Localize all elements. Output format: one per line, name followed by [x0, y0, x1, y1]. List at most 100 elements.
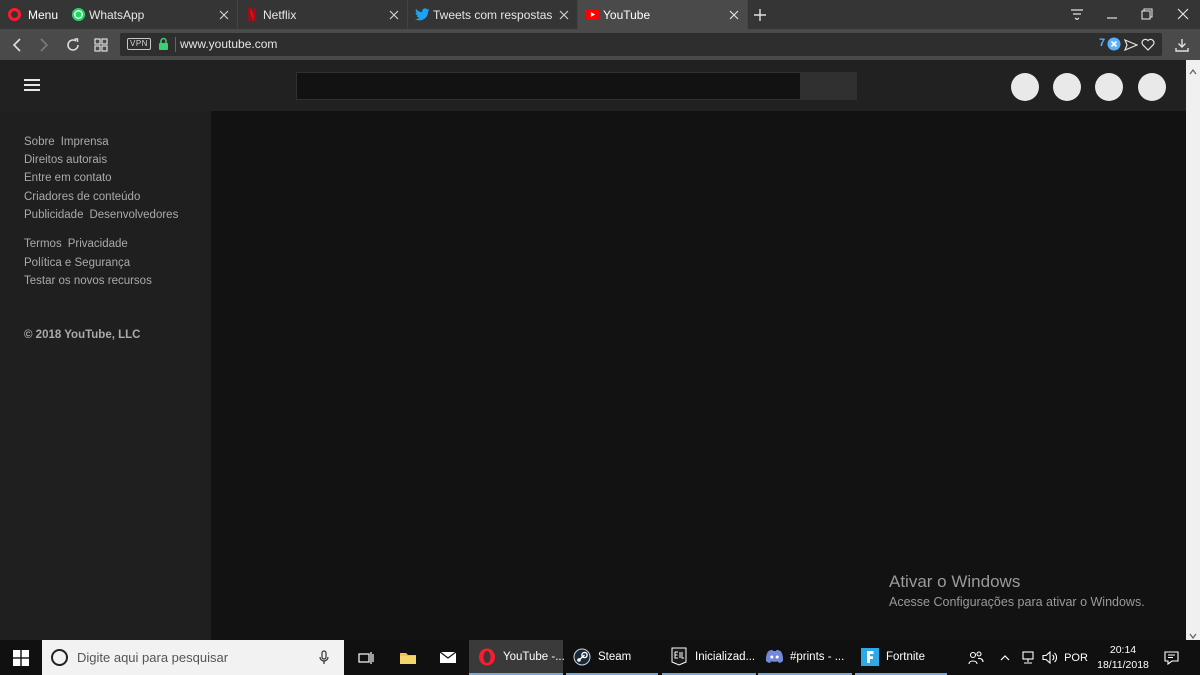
footer-links-row: Sobre Imprensa	[24, 136, 115, 148]
restore-icon[interactable]	[1136, 4, 1158, 24]
tab-label: WhatsApp	[89, 7, 145, 22]
scroll-down-icon[interactable]	[1189, 627, 1197, 639]
volume-icon[interactable]	[1040, 640, 1060, 675]
activation-watermark-subtitle: Acesse Configurações para ativar o Windo…	[889, 595, 1145, 609]
footer-link-direitos[interactable]: Direitos autorais	[24, 154, 107, 166]
footer-link-imprensa[interactable]: Imprensa	[61, 136, 109, 148]
start-button[interactable]	[0, 640, 42, 675]
windows-taskbar: Digite aqui para pesquisar YouTube -... …	[0, 640, 1200, 675]
fortnite-icon	[860, 647, 880, 667]
file-explorer-icon[interactable]	[388, 640, 428, 675]
header-icon-placeholder[interactable]	[1095, 73, 1123, 101]
twitter-icon	[414, 7, 430, 23]
url-text: www.youtube.com	[180, 37, 278, 51]
system-clock[interactable]: 20:14 18/11/2018	[1091, 643, 1155, 673]
network-icon[interactable]	[1017, 640, 1039, 675]
taskbar-app-label: #prints - ...	[790, 650, 845, 663]
tab-netflix[interactable]: Netflix	[238, 0, 408, 29]
secure-lock-icon[interactable]	[158, 37, 169, 56]
footer-link-desenvolvedores[interactable]: Desenvolvedores	[89, 209, 178, 221]
show-hidden-icons-icon[interactable]	[996, 640, 1014, 675]
youtube-icon	[584, 7, 600, 23]
taskbar-app-opera[interactable]: YouTube -...	[469, 640, 565, 675]
taskbar-app-label: Inicializad...	[695, 650, 756, 663]
taskbar-app-fortnite[interactable]: Fortnite	[855, 640, 947, 675]
adblock-count: 7	[1099, 37, 1106, 49]
forward-icon[interactable]	[34, 35, 54, 55]
discord-icon	[764, 647, 784, 667]
tab-youtube[interactable]: YouTube	[578, 0, 748, 29]
header-icon-placeholder[interactable]	[1053, 73, 1081, 101]
tab-twitter[interactable]: Tweets com respostas de	[408, 0, 578, 29]
footer-link-criadores[interactable]: Criadores de conteúdo	[24, 191, 140, 203]
action-center-icon[interactable]	[1158, 640, 1184, 675]
clock-date: 18/11/2018	[1097, 659, 1149, 671]
copyright: © 2018 YouTube, LLC	[24, 329, 141, 341]
steam-icon	[572, 647, 592, 667]
input-language-indicator[interactable]: POR	[1061, 640, 1091, 675]
whatsapp-icon	[70, 7, 86, 23]
search-button[interactable]	[801, 72, 857, 100]
header-icon-placeholder[interactable]	[1011, 73, 1039, 101]
footer-link-sobre[interactable]: Sobre	[24, 136, 55, 148]
close-tab-icon[interactable]	[555, 6, 573, 24]
footer-links-row: Política e Segurança	[24, 257, 136, 269]
search-input[interactable]	[296, 72, 801, 100]
mail-icon[interactable]	[428, 640, 468, 675]
task-view-icon[interactable]	[346, 640, 386, 675]
footer-link-publicidade[interactable]: Publicidade	[24, 209, 83, 221]
screen: Menu WhatsApp Netflix Tweets com respost…	[0, 0, 1200, 675]
hamburger-menu-icon[interactable]	[24, 79, 40, 91]
opera-icon	[477, 647, 497, 667]
activation-watermark-title: Ativar o Windows	[889, 572, 1021, 591]
avatar[interactable]	[1138, 73, 1166, 101]
footer-links-row: Publicidade Desenvolvedores	[24, 209, 184, 221]
new-tab-button[interactable]	[750, 5, 770, 25]
microphone-icon[interactable]	[314, 650, 334, 665]
taskbar-app-epic-games[interactable]: Inicializad...	[662, 640, 756, 675]
close-tab-icon[interactable]	[215, 6, 233, 24]
footer-links-row: Termos Privacidade	[24, 238, 134, 250]
heart-icon[interactable]	[1141, 38, 1155, 56]
footer-links-row: Criadores de conteúdo	[24, 191, 146, 203]
reload-icon[interactable]	[63, 35, 83, 55]
footer-link-politica[interactable]: Política e Segurança	[24, 257, 130, 269]
search-placeholder: Digite aqui para pesquisar	[77, 650, 229, 665]
address-bar-row: VPN www.youtube.com 7	[0, 29, 1200, 60]
send-icon[interactable]	[1123, 38, 1139, 56]
url-divider	[175, 37, 176, 52]
url-field[interactable]: VPN www.youtube.com 7	[120, 33, 1162, 56]
tab-whatsapp[interactable]: WhatsApp	[64, 0, 238, 29]
close-window-icon[interactable]	[1172, 4, 1194, 24]
cortana-icon	[51, 649, 68, 666]
adblock-icon[interactable]	[1107, 37, 1121, 56]
people-icon[interactable]	[963, 640, 989, 675]
tab-label: YouTube	[603, 7, 651, 22]
close-tab-icon[interactable]	[725, 6, 743, 24]
close-tab-icon[interactable]	[385, 6, 403, 24]
footer-links-row: Direitos autorais	[24, 154, 113, 166]
page-scrollbar[interactable]	[1186, 60, 1200, 640]
footer-link-testar[interactable]: Testar os novos recursos	[24, 275, 152, 287]
taskbar-search-input[interactable]: Digite aqui para pesquisar	[42, 640, 344, 675]
opera-menu-button[interactable]: Menu	[0, 0, 63, 29]
menu-label: Menu	[28, 7, 59, 22]
scroll-up-icon[interactable]	[1189, 63, 1197, 75]
tab-label: Netflix	[263, 7, 297, 22]
footer-link-contato[interactable]: Entre em contato	[24, 172, 112, 184]
tab-label: Tweets com respostas de	[433, 7, 555, 22]
back-icon[interactable]	[7, 35, 27, 55]
speed-dial-icon[interactable]	[91, 35, 111, 55]
epic-games-icon	[669, 647, 689, 667]
taskbar-app-discord[interactable]: #prints - ...	[758, 640, 852, 675]
tab-menu-icon[interactable]	[1066, 4, 1088, 24]
minimize-icon[interactable]	[1101, 4, 1123, 24]
vpn-badge[interactable]: VPN	[127, 38, 151, 50]
taskbar-app-steam[interactable]: Steam	[566, 640, 658, 675]
footer-link-privacidade[interactable]: Privacidade	[68, 238, 128, 250]
taskbar-app-label: Steam	[598, 650, 632, 663]
download-icon[interactable]	[1172, 35, 1192, 55]
taskbar-app-label: YouTube -...	[503, 650, 565, 663]
windows-logo-icon	[13, 649, 29, 666]
footer-link-termos[interactable]: Termos	[24, 238, 62, 250]
